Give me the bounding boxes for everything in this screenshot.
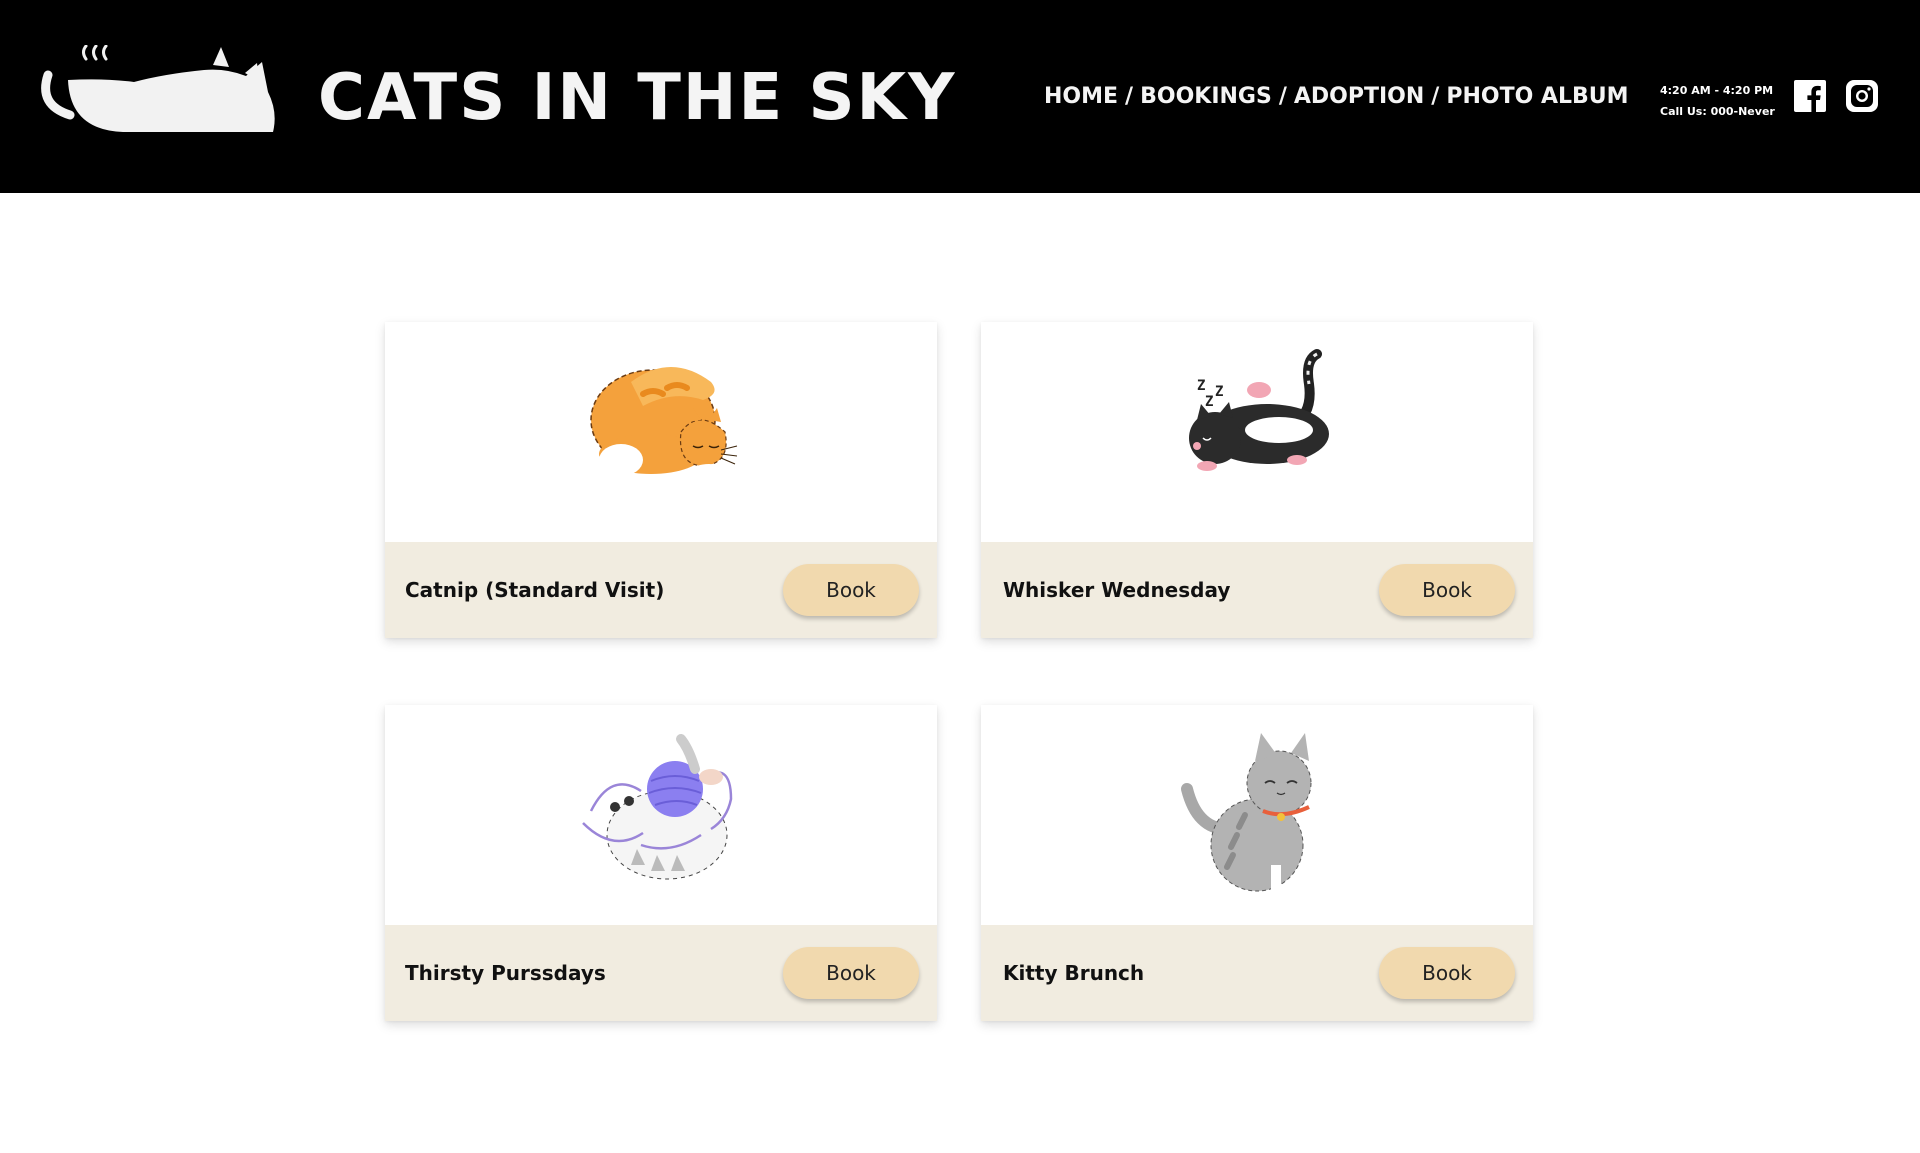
- cat-playing-yarn-icon: [582, 734, 733, 880]
- sleeping-tuxedo-cat-icon: Z Z Z: [1189, 349, 1329, 471]
- gray-tabby-cat-icon: [1181, 733, 1312, 892]
- svg-text:Z: Z: [1215, 384, 1223, 400]
- svg-text:Z: Z: [1205, 394, 1213, 410]
- svg-text:Z: Z: [1197, 378, 1205, 394]
- booking-name: Catnip (Standard Visit): [405, 578, 665, 602]
- card-footer: Catnip (Standard Visit) Book: [385, 542, 937, 638]
- site-header: CATS IN THE SKY HOME / BOOKINGS / ADOPTI…: [0, 0, 1920, 193]
- card-image: [981, 705, 1533, 925]
- card-image: [385, 705, 937, 925]
- booking-card: Z Z Z Whisker Wednesday Book: [981, 322, 1533, 638]
- main-nav: HOME / BOOKINGS / ADOPTION / PHOTO ALBUM: [1044, 78, 1629, 114]
- nav-separator: /: [1125, 83, 1134, 109]
- nav-photo-album[interactable]: PHOTO ALBUM: [1446, 84, 1628, 109]
- card-footer: Kitty Brunch Book: [981, 925, 1533, 1021]
- booking-name: Whisker Wednesday: [1003, 578, 1231, 602]
- site-title: CATS IN THE SKY: [318, 61, 957, 135]
- cat-teacup-logo-icon[interactable]: [40, 45, 280, 145]
- book-button[interactable]: Book: [783, 947, 919, 999]
- instagram-icon[interactable]: [1846, 80, 1878, 112]
- nav-home[interactable]: HOME: [1044, 84, 1118, 109]
- booking-name: Thirsty Purssdays: [405, 961, 606, 985]
- phone-number: Call Us: 000-Never: [1660, 105, 1775, 118]
- card-image: [385, 322, 937, 542]
- contact-info: 4:20 AM - 4:20 PM Call Us: 000-Never: [1660, 80, 1775, 122]
- card-image: Z Z Z: [981, 322, 1533, 542]
- card-footer: Whisker Wednesday Book: [981, 542, 1533, 638]
- book-button[interactable]: Book: [1379, 947, 1515, 999]
- book-button[interactable]: Book: [1379, 564, 1515, 616]
- book-button[interactable]: Book: [783, 564, 919, 616]
- nav-adoption[interactable]: ADOPTION: [1294, 84, 1424, 109]
- facebook-icon[interactable]: [1794, 80, 1826, 112]
- booking-card: Catnip (Standard Visit) Book: [385, 322, 937, 638]
- nav-separator: /: [1278, 83, 1287, 109]
- booking-card: Thirsty Purssdays Book: [385, 705, 937, 1021]
- opening-hours: 4:20 AM - 4:20 PM: [1660, 84, 1774, 97]
- booking-name: Kitty Brunch: [1003, 961, 1145, 985]
- card-footer: Thirsty Purssdays Book: [385, 925, 937, 1021]
- nav-separator: /: [1431, 83, 1440, 109]
- booking-card: Kitty Brunch Book: [981, 705, 1533, 1021]
- orange-cat-stretching-icon: [590, 367, 738, 476]
- nav-bookings[interactable]: BOOKINGS: [1140, 84, 1272, 109]
